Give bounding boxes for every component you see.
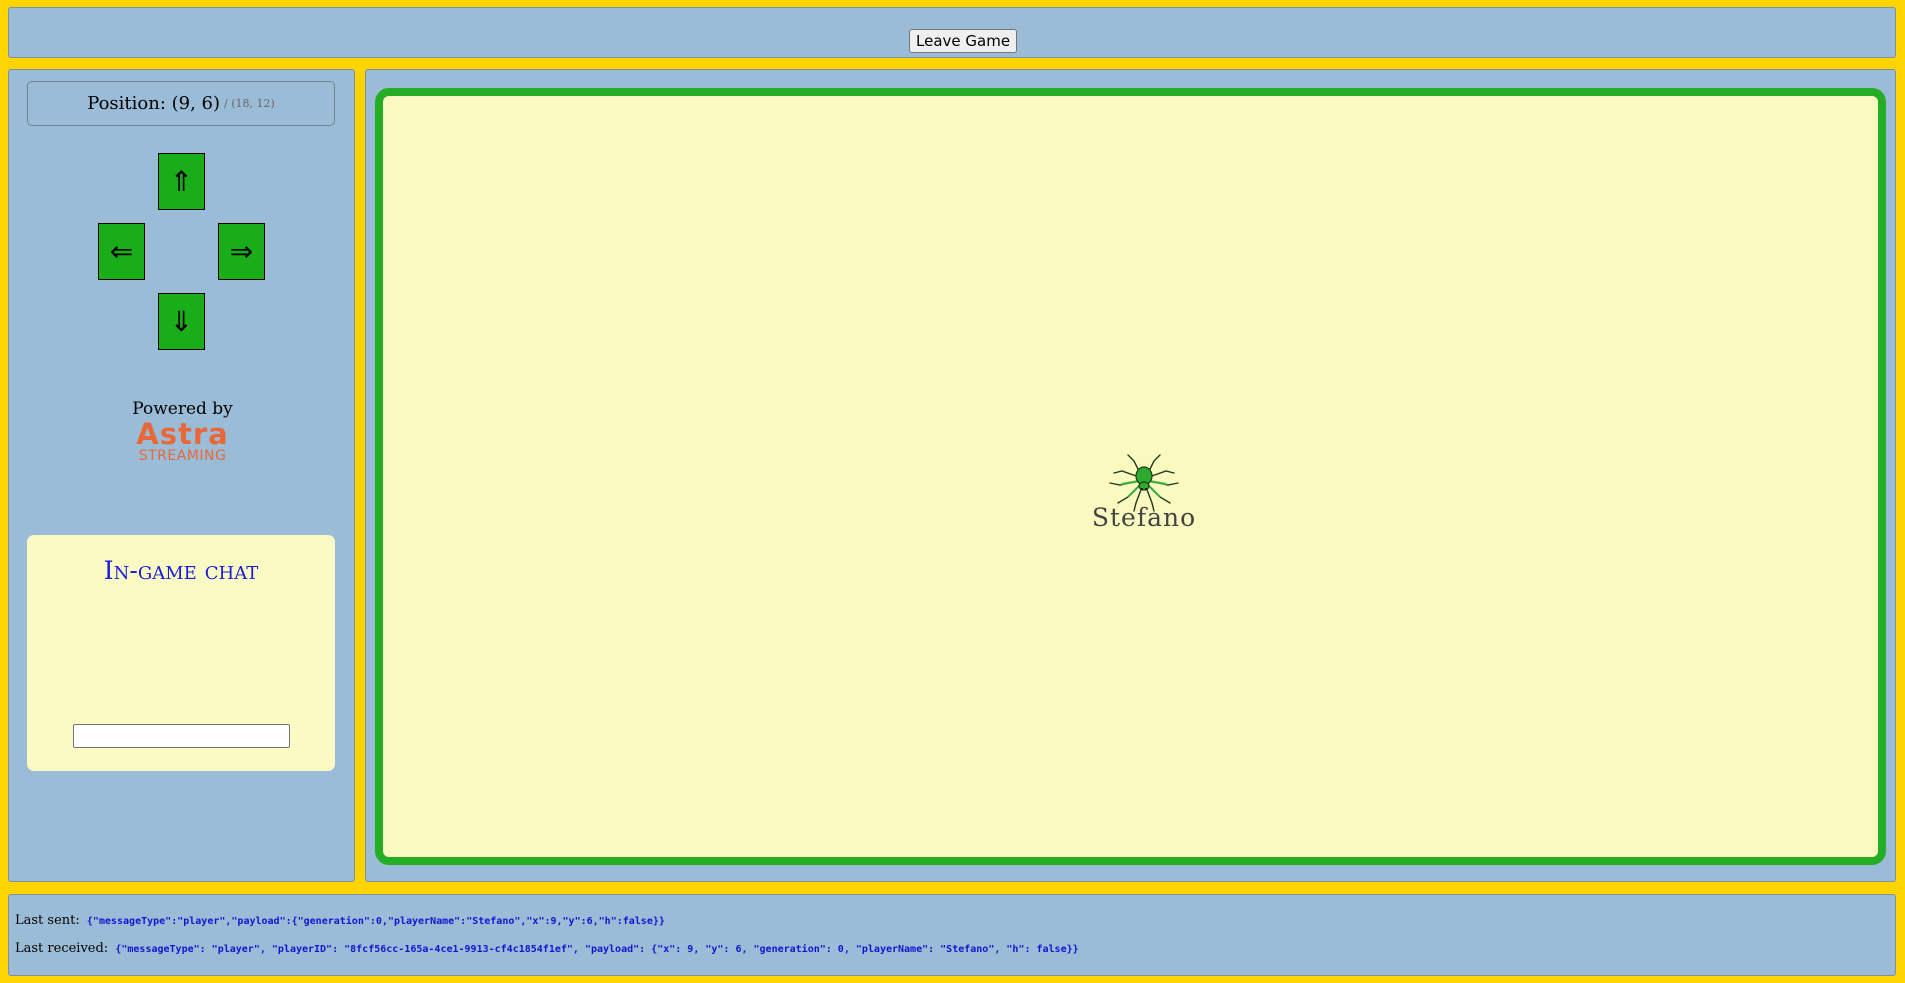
last-sent-message: {"messageType":"player","payload":{"gene… [86,916,665,927]
astra-logo-sub: STREAMING [138,448,227,464]
leave-game-button[interactable]: Leave Game [909,29,1018,53]
last-received-line: Last received: {"messageType": "player",… [15,941,1079,956]
position-max-label: / (18, 12) [224,97,275,110]
move-up-button[interactable]: ⇑ [158,153,205,210]
chat-title: In-game chat [103,556,259,585]
last-received-label: Last received: [15,941,109,956]
last-sent-line: Last sent: {"messageType":"player","payl… [15,913,665,928]
position-display: Position: (9, 6) / (18, 12) [27,81,335,126]
player-name-label: Stefano [1091,503,1197,532]
move-right-button[interactable]: ⇒ [218,223,265,280]
top-bar: Leave Game [8,7,1896,58]
powered-by-label: Powered by [132,399,233,419]
astra-logo-word: Astra [136,417,229,451]
game-panel: Stefano [365,69,1896,882]
move-left-button[interactable]: ⇐ [98,223,145,280]
game-board[interactable]: Stefano [375,88,1886,865]
position-label: Position: (9, 6) [87,93,221,114]
chat-input[interactable] [73,724,290,748]
astra-streaming-logo: Astra STREAMING [9,419,356,463]
chat-box: In-game chat [27,535,335,771]
last-sent-label: Last sent: [15,913,80,928]
status-bar: Last sent: {"messageType":"player","payl… [8,894,1896,976]
move-down-button[interactable]: ⇓ [158,293,205,350]
last-received-message: {"messageType": "player", "playerID": "8… [115,944,1079,955]
control-panel: Position: (9, 6) / (18, 12) ⇑ ⇐ ⇒ ⇓ Powe… [8,69,355,882]
